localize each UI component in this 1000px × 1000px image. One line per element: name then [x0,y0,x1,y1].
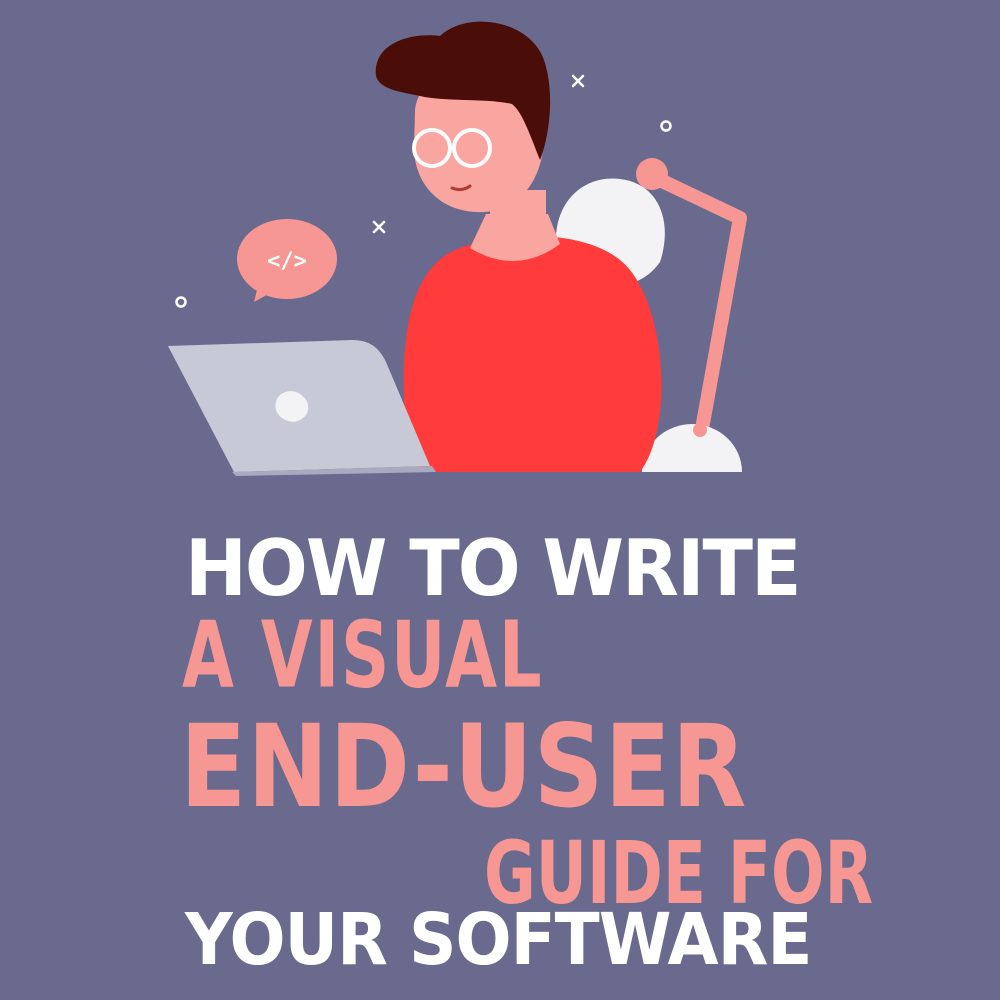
headline-line-3: END-USER [180,699,748,834]
headline-line-1: HOW TO WRITE [185,523,802,614]
poster: </> HOW TO WRITE A VISUAL END-USER GUIDE… [0,0,1000,1000]
headline-line-2: A VISUAL [182,602,544,710]
headline-line-5: YOUR SOFTWARE [185,898,812,982]
headline: HOW TO WRITE A VISUAL END-USER GUIDE FOR… [0,0,1000,1000]
